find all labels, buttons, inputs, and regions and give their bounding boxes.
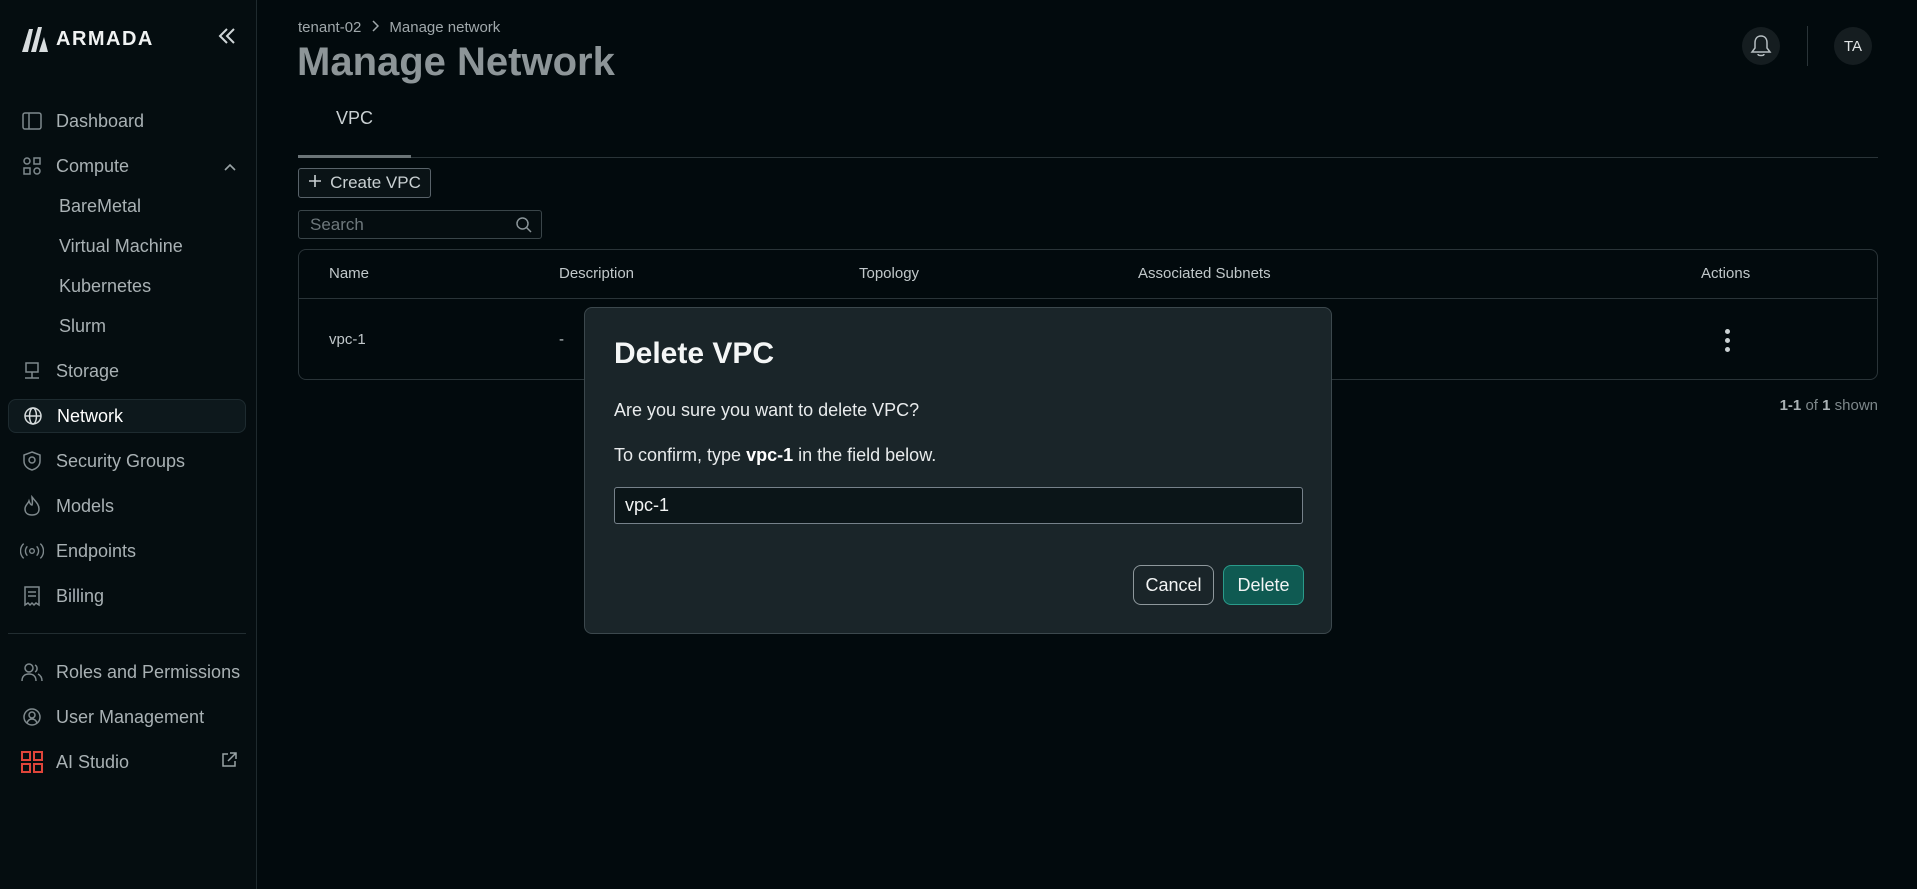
confirm-vpc-name: vpc-1	[746, 445, 794, 465]
sidebar-item-label: User Management	[56, 706, 205, 727]
pager-suffix: shown	[1834, 397, 1878, 414]
sidebar-item-label: Compute	[56, 155, 130, 176]
sidebar-item-label: Roles and Permissions	[56, 661, 241, 682]
tab-vpc[interactable]: VPC	[298, 108, 411, 158]
sidebar-item-dashboard[interactable]: Dashboard	[8, 104, 246, 138]
sidebar-divider	[8, 633, 246, 634]
grid-icon	[20, 750, 44, 774]
bell-icon	[1750, 35, 1772, 57]
cell-name: vpc-1	[329, 331, 366, 348]
chevron-right-icon	[371, 19, 380, 36]
sidebar-item-label: Security Groups	[56, 450, 186, 471]
search-input[interactable]	[308, 214, 512, 236]
sidebar-item-ai-studio[interactable]: AI Studio	[8, 745, 246, 779]
storage-icon	[20, 359, 44, 383]
flame-icon	[20, 494, 44, 518]
column-header-name[interactable]: Name	[329, 265, 369, 282]
panel-icon	[20, 109, 44, 133]
double-chevron-left-icon	[218, 28, 235, 44]
create-vpc-button[interactable]: Create VPC	[298, 168, 431, 198]
sidebar-item-storage[interactable]: Storage	[8, 354, 246, 388]
broadcast-icon	[20, 539, 44, 563]
column-header-actions: Actions	[1701, 265, 1751, 282]
sidebar-item-label: Models	[56, 495, 115, 516]
table-header-divider	[299, 298, 1877, 299]
sidebar: ARMADA Dashboard Compute BareMetal Virtu…	[0, 0, 257, 889]
user-gear-icon	[20, 705, 44, 729]
sidebar-item-network[interactable]: Network	[8, 399, 246, 433]
sidebar-subitem-virtual-machine[interactable]: Virtual Machine	[59, 236, 183, 257]
sidebar-item-security-groups[interactable]: Security Groups	[8, 444, 246, 478]
sidebar-item-billing[interactable]: Billing	[8, 579, 246, 613]
tab-active-indicator	[298, 155, 411, 158]
dialog-title: Delete VPC	[614, 337, 775, 370]
notifications-button[interactable]	[1742, 27, 1780, 65]
brand-logo[interactable]: ARMADA	[20, 24, 154, 54]
kebab-icon	[1724, 328, 1730, 334]
pager-range: 1-1	[1779, 397, 1802, 414]
cell-description: -	[559, 331, 564, 348]
sidebar-subitem-slurm[interactable]: Slurm	[59, 316, 106, 337]
create-vpc-label: Create VPC	[330, 173, 421, 192]
breadcrumb: tenant-02 Manage network	[298, 19, 500, 36]
confirm-name-input[interactable]	[614, 487, 1303, 524]
compute-icon	[20, 154, 44, 178]
armada-logo-icon	[22, 27, 48, 52]
sidebar-item-label: Billing	[56, 585, 105, 606]
kebab-dot	[1724, 346, 1730, 352]
row-actions-button[interactable]	[1717, 326, 1737, 354]
header-divider	[1807, 26, 1808, 66]
cancel-button[interactable]: Cancel	[1133, 565, 1214, 605]
search-box	[298, 210, 542, 239]
shield-icon	[20, 449, 44, 473]
search-icon[interactable]	[515, 216, 533, 239]
receipt-icon	[20, 584, 44, 608]
sidebar-item-label: Dashboard	[56, 110, 145, 131]
globe-icon	[21, 404, 45, 428]
avatar[interactable]: TA	[1834, 27, 1872, 65]
breadcrumb-current: Manage network	[389, 19, 501, 36]
sidebar-item-label: Network	[57, 405, 124, 426]
page-title: Manage Network	[297, 40, 615, 84]
chevron-up-icon	[224, 158, 236, 174]
breadcrumb-tenant-link[interactable]: tenant-02	[298, 19, 361, 36]
sidebar-item-endpoints[interactable]: Endpoints	[8, 534, 246, 568]
delete-button[interactable]: Delete	[1223, 565, 1304, 605]
sidebar-item-roles-and-permissions[interactable]: Roles and Permissions	[8, 655, 246, 689]
confirm-suffix: in the field below.	[798, 445, 937, 465]
external-link-icon	[220, 751, 238, 774]
sidebar-item-label: Endpoints	[56, 540, 137, 561]
sidebar-item-label: Storage	[56, 360, 120, 381]
pager-total: 1	[1822, 397, 1831, 414]
confirm-prefix: To confirm, type	[614, 445, 742, 465]
users-icon	[20, 660, 44, 684]
column-header-topology[interactable]: Topology	[859, 265, 919, 282]
sidebar-item-models[interactable]: Models	[8, 489, 246, 523]
sidebar-item-label: AI Studio	[56, 751, 130, 772]
column-header-associated-subnets[interactable]: Associated Subnets	[1138, 265, 1271, 282]
pagination-summary: 1-1 of 1 shown	[1760, 397, 1878, 414]
column-header-description[interactable]: Description	[559, 265, 634, 282]
dialog-confirm-instructions: To confirm, type vpc-1 in the field belo…	[614, 445, 936, 466]
sidebar-subitem-kubernetes[interactable]: Kubernetes	[59, 276, 151, 297]
brand-name: ARMADA	[56, 27, 154, 50]
dialog-message: Are you sure you want to delete VPC?	[614, 400, 920, 420]
sidebar-item-user-management[interactable]: User Management	[8, 700, 246, 734]
sidebar-item-compute[interactable]: Compute	[8, 149, 246, 183]
sidebar-subitem-baremetal[interactable]: BareMetal	[59, 196, 141, 217]
plus-icon	[308, 173, 322, 193]
kebab-dot	[1724, 337, 1730, 343]
tabs-divider	[298, 157, 1878, 158]
pager-of: of	[1805, 397, 1818, 414]
delete-vpc-dialog: Delete VPC Are you sure you want to dele…	[584, 307, 1332, 634]
collapse-sidebar-button[interactable]	[214, 26, 240, 50]
